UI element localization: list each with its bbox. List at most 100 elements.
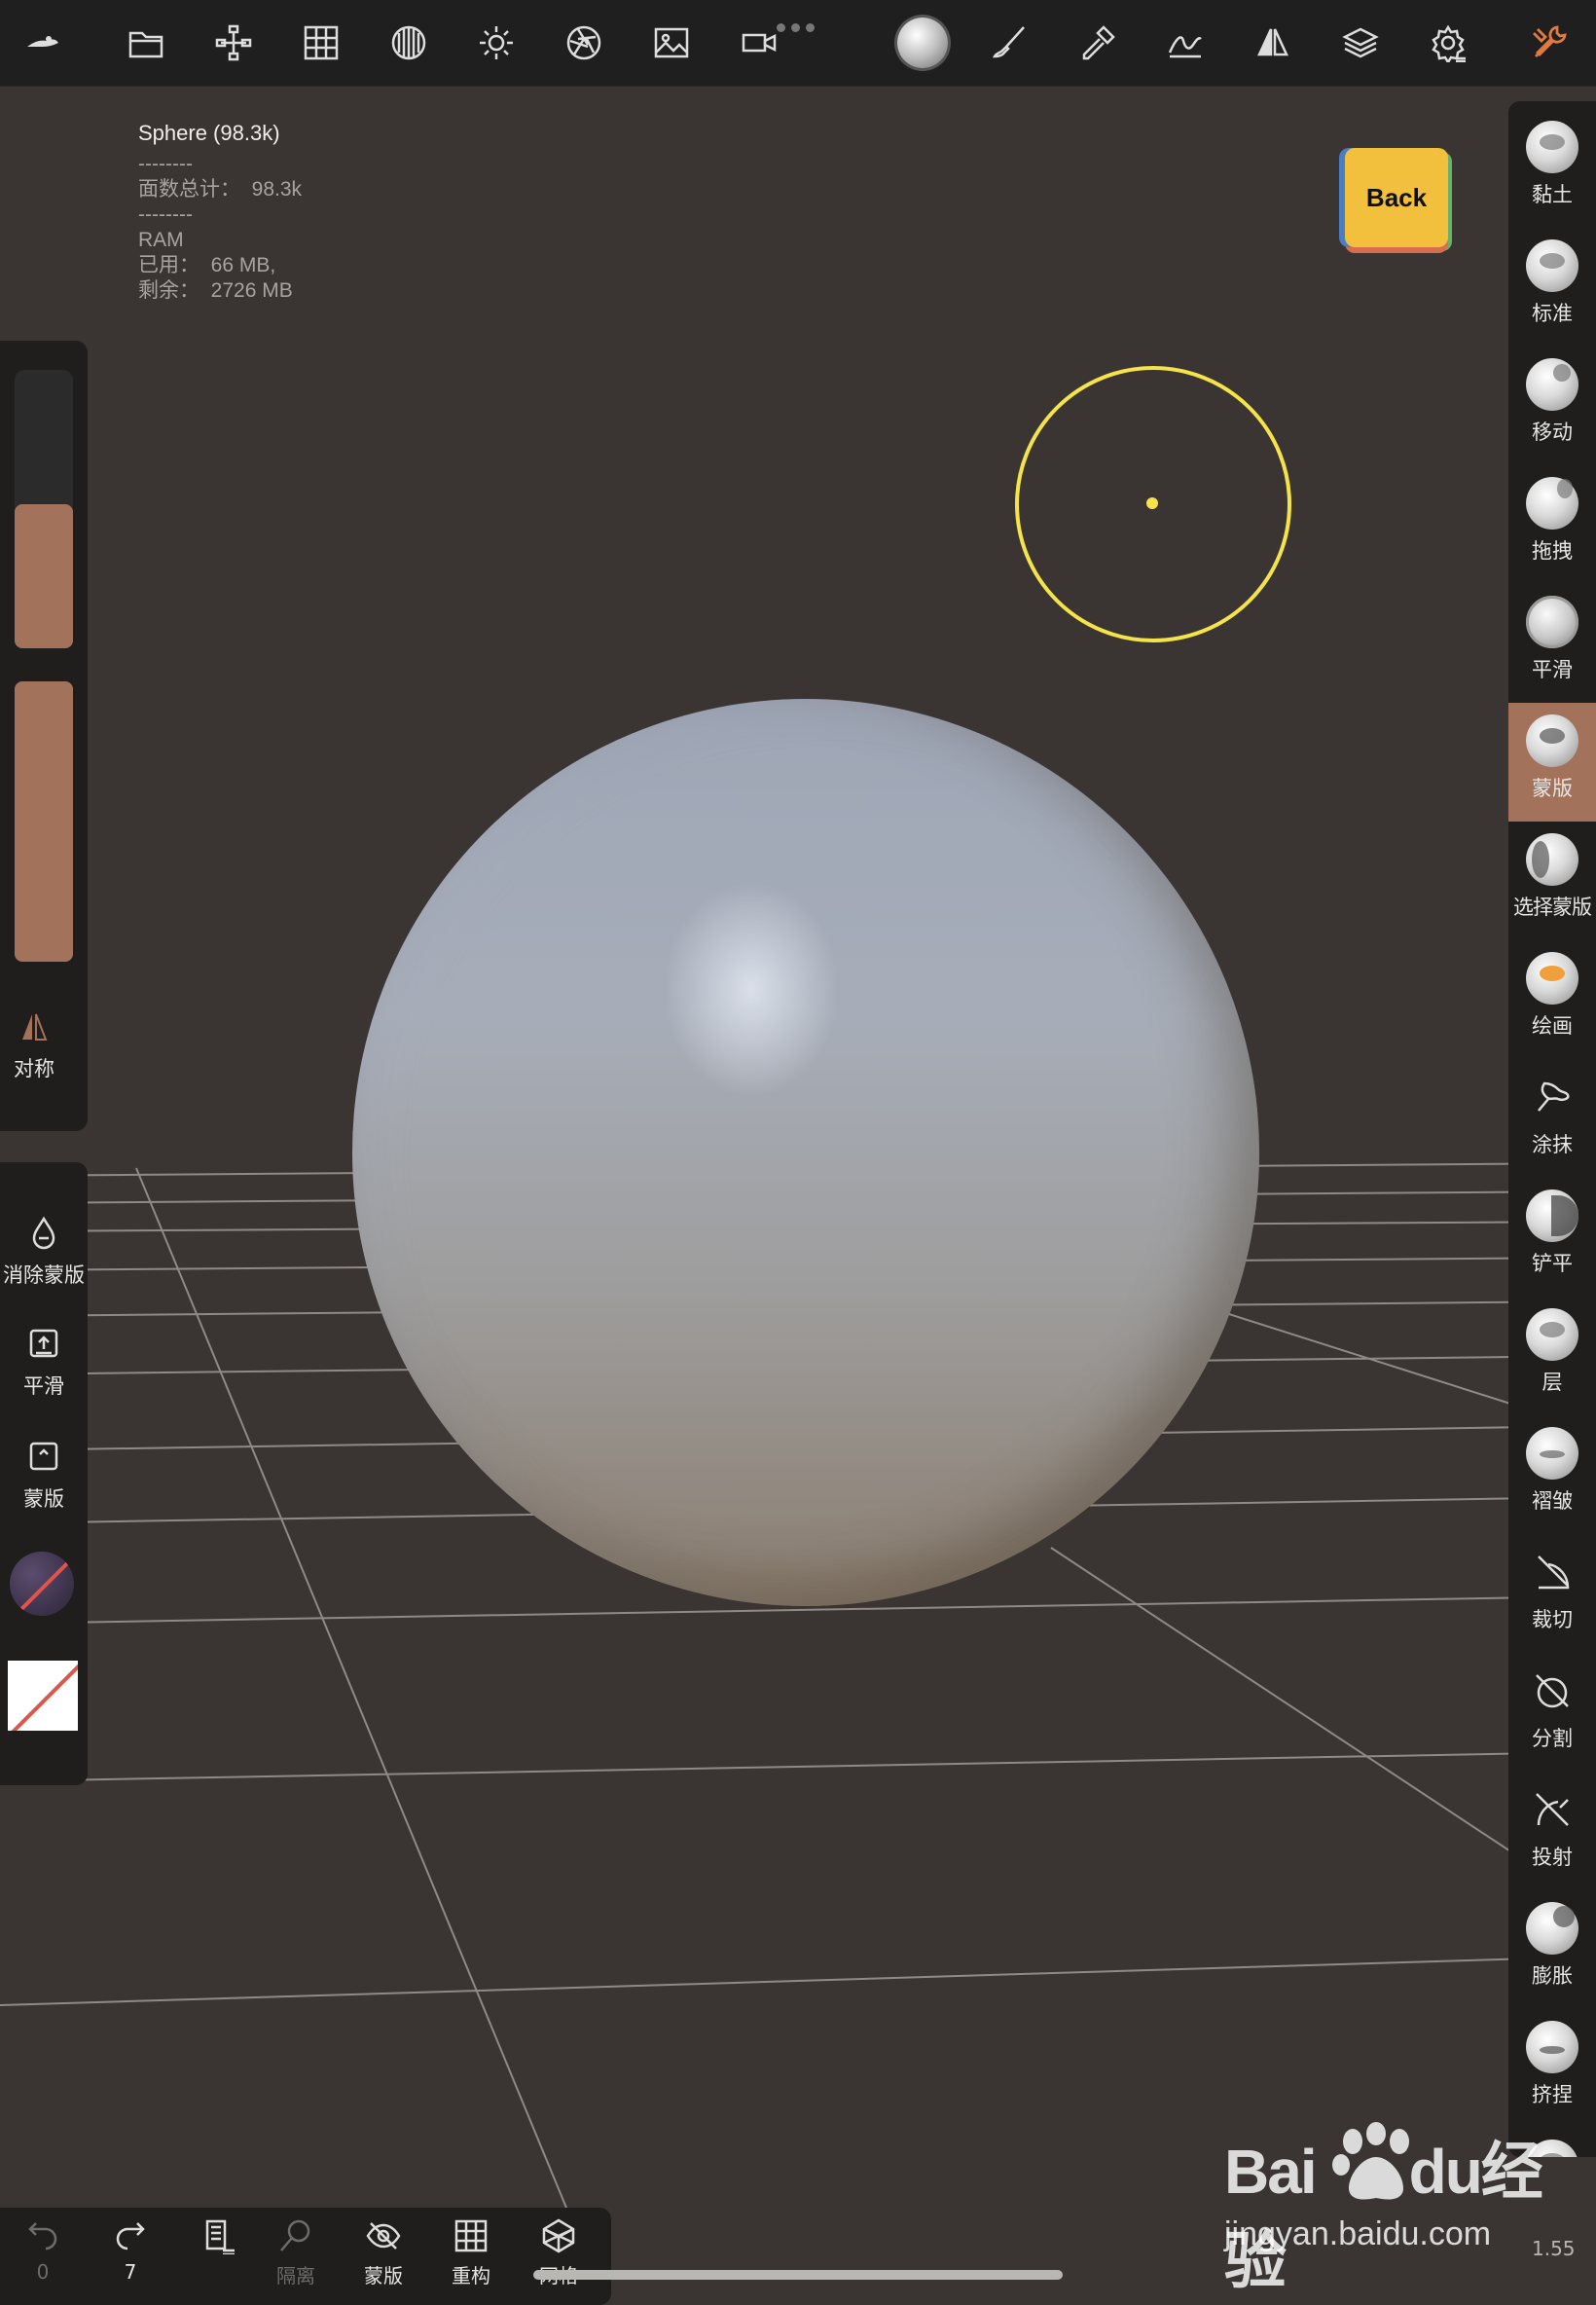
color-swatch[interactable] xyxy=(10,1552,74,1616)
tool-label: 投射 xyxy=(1532,1846,1573,1869)
redo-button[interactable]: 7 xyxy=(91,2217,169,2284)
tool-label: 拖拽 xyxy=(1532,539,1573,563)
bottom-toolbar: 0 7 隔离 蒙版 重构 网格 xyxy=(0,2208,611,2305)
ram-used: 已用： 66 MB, xyxy=(138,254,276,276)
face-count: 面数总计： 98.3k xyxy=(138,178,303,201)
remesh-label: 重构 xyxy=(452,2264,490,2287)
tool-move[interactable]: 移动 xyxy=(1508,347,1596,465)
tool-layer[interactable]: 层 xyxy=(1508,1297,1596,1415)
material-swatch[interactable] xyxy=(8,1661,78,1731)
tool-label: 平滑 xyxy=(1532,658,1573,681)
brush-center-dot xyxy=(1146,497,1158,509)
sun-icon[interactable] xyxy=(467,14,526,72)
trim-icon xyxy=(1526,1546,1578,1598)
clear-mask-button[interactable]: 消除蒙版 xyxy=(0,1215,88,1289)
intensity-slider[interactable] xyxy=(15,681,73,962)
tool-standard[interactable]: 标准 xyxy=(1508,228,1596,347)
smudge-icon xyxy=(1526,1071,1578,1123)
symmetry-toggle[interactable]: 对称 xyxy=(0,1010,78,1082)
tool-label: 裁切 xyxy=(1532,1608,1573,1631)
tool-trim[interactable]: 裁切 xyxy=(1508,1534,1596,1653)
magnifier-icon xyxy=(280,2219,310,2251)
tool-label: 黏土 xyxy=(1532,183,1573,206)
grid-icon[interactable] xyxy=(292,14,350,72)
tool-mask[interactable]: 蒙版 xyxy=(1508,703,1596,822)
remesh-button[interactable]: 重构 xyxy=(432,2217,510,2288)
image-icon[interactable] xyxy=(642,14,701,72)
scene-tree-icon[interactable] xyxy=(204,14,263,72)
drop-icon xyxy=(32,1216,55,1250)
tool-drag[interactable]: 拖拽 xyxy=(1508,465,1596,584)
drag-icon xyxy=(1526,477,1578,530)
mesh-icon xyxy=(542,2218,575,2253)
history-menu-button[interactable] xyxy=(179,2217,257,2258)
book-icon xyxy=(205,2219,235,2256)
smooth-mask-button[interactable]: 平滑 xyxy=(0,1326,88,1400)
brush-icon[interactable] xyxy=(981,14,1039,72)
redo-count: 7 xyxy=(124,2260,137,2284)
tool-label: 蒙版 xyxy=(1532,777,1573,800)
more-dots-icon[interactable] xyxy=(777,18,820,36)
tool-label: 铲平 xyxy=(1532,1252,1573,1275)
brush-settings-panel: 对称 xyxy=(0,341,88,1131)
tool-label: 膨胀 xyxy=(1532,1964,1573,1988)
sculpt-tools-panel: 黏土 标准 移动 拖拽 平滑 蒙版 选择蒙版 绘画 涂抹 铲平 层 褶皱 裁切 … xyxy=(1508,101,1596,2157)
move-icon xyxy=(1526,358,1578,411)
isolate-label: 隔离 xyxy=(276,2264,315,2287)
tool-label: 分割 xyxy=(1532,1727,1573,1750)
symmetry-icon[interactable] xyxy=(1244,14,1302,72)
tool-smudge[interactable]: 涂抹 xyxy=(1508,1059,1596,1178)
tool-label: 挤捏 xyxy=(1532,2083,1573,2106)
tool-paint[interactable]: 绘画 xyxy=(1508,940,1596,1059)
separator: -------- xyxy=(138,153,193,175)
tool-clay[interactable]: 黏土 xyxy=(1508,109,1596,228)
picker-icon[interactable] xyxy=(1069,14,1127,72)
smooth-label: 平滑 xyxy=(23,1374,64,1398)
tool-label: 移动 xyxy=(1532,421,1573,444)
ram-free: 剩余： 2726 MB xyxy=(138,279,293,302)
texture-sphere-icon[interactable] xyxy=(380,14,438,72)
material-ball-icon[interactable] xyxy=(893,14,952,72)
isolate-button[interactable]: 隔离 xyxy=(257,2217,335,2288)
tool-project[interactable]: 投射 xyxy=(1508,1772,1596,1890)
layer-icon xyxy=(1526,1308,1578,1361)
radius-slider-fill[interactable] xyxy=(15,504,73,648)
stroke-icon[interactable] xyxy=(1156,14,1215,72)
home-indicator[interactable] xyxy=(533,2270,1063,2280)
tool-split[interactable]: 分割 xyxy=(1508,1653,1596,1772)
mask-toggle-label: 蒙版 xyxy=(364,2264,403,2287)
symmetry-label: 对称 xyxy=(14,1057,54,1080)
tool-inflate[interactable]: 膨胀 xyxy=(1508,1890,1596,2009)
tool-label: 褶皱 xyxy=(1532,1489,1573,1513)
mask-label: 蒙版 xyxy=(23,1487,64,1511)
pinch-icon xyxy=(1526,2021,1578,2073)
tool-smooth[interactable]: 平滑 xyxy=(1508,584,1596,703)
smooth-icon xyxy=(1526,596,1578,648)
tool-flatten[interactable]: 铲平 xyxy=(1508,1178,1596,1297)
watermark-logo-bai: Bai xyxy=(1224,2137,1318,2207)
mesh-name: Sphere (98.3k) xyxy=(138,121,280,145)
tool-crease[interactable]: 褶皱 xyxy=(1508,1415,1596,1534)
layers-icon[interactable] xyxy=(1331,14,1390,72)
settings-icon[interactable] xyxy=(1419,14,1477,72)
undo-button[interactable]: 0 xyxy=(4,2217,82,2284)
tools-icon[interactable] xyxy=(1520,14,1578,72)
mask-visibility-button[interactable]: 蒙版 xyxy=(345,2217,422,2288)
nomad-logo-icon[interactable] xyxy=(14,14,72,72)
undo-icon xyxy=(28,2222,57,2250)
paint-icon xyxy=(1526,952,1578,1005)
folder-icon[interactable] xyxy=(117,14,175,72)
camera-shutter-icon[interactable] xyxy=(555,14,613,72)
mask-box-icon xyxy=(29,1442,58,1471)
eye-off-icon xyxy=(366,2222,401,2250)
view-cube[interactable]: Back xyxy=(1345,148,1448,247)
tool-label: 标准 xyxy=(1532,302,1573,325)
sharpen-mask-button[interactable]: 蒙版 xyxy=(0,1439,88,1513)
sphere-mesh[interactable] xyxy=(352,699,1259,1606)
tool-label: 涂抹 xyxy=(1532,1133,1573,1156)
tool-pinch[interactable]: 挤捏 xyxy=(1508,2009,1596,2128)
tool-label: 选择蒙版 xyxy=(1513,896,1592,919)
tool-select-mask[interactable]: 选择蒙版 xyxy=(1508,822,1596,940)
watermark-url: jingyan.baidu.com xyxy=(1224,2215,1492,2252)
separator: -------- xyxy=(138,203,193,226)
